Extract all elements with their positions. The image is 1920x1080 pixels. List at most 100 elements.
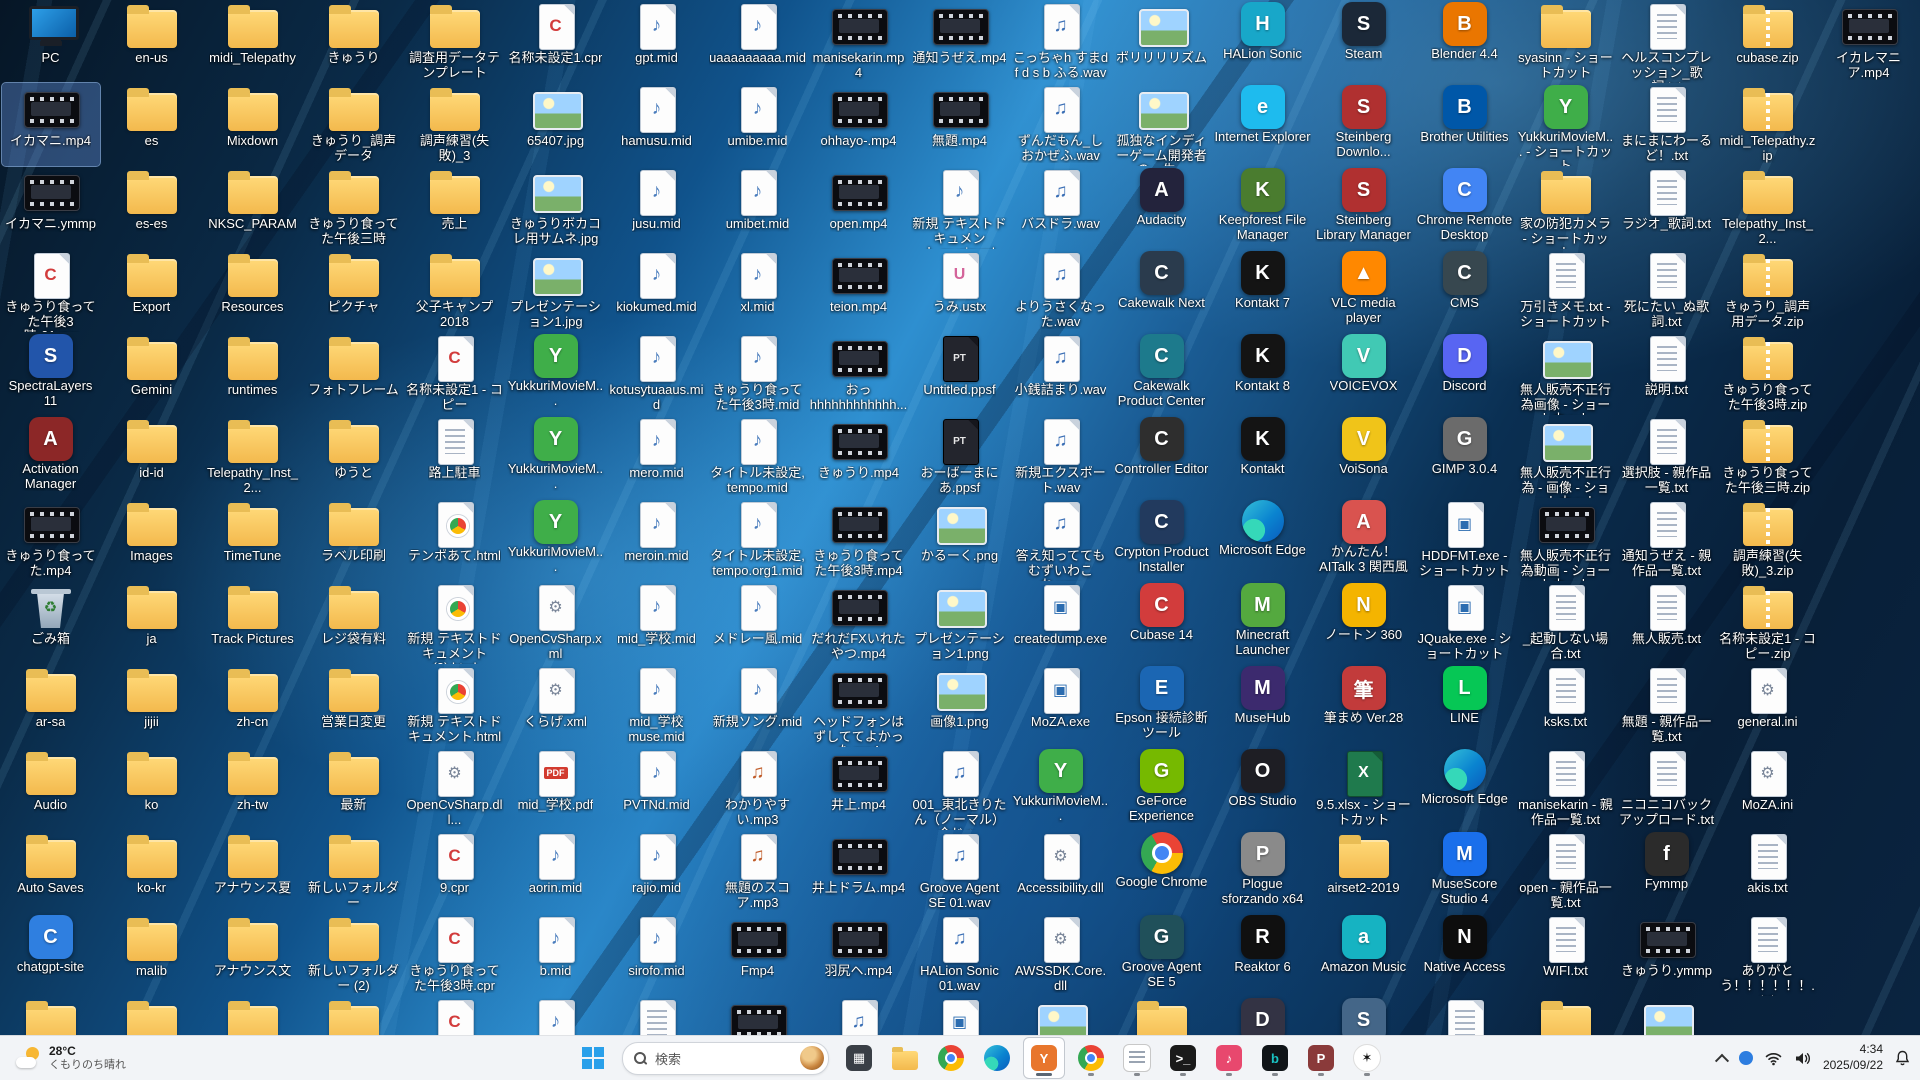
desktop-icon[interactable]: ko bbox=[103, 747, 201, 830]
desktop-icon[interactable]: きゅうり食ってた.mp4 bbox=[2, 498, 100, 581]
desktop-icon[interactable]: ♻ ごみ箱 bbox=[2, 581, 100, 664]
desktop-icon[interactable]: M MuseHub bbox=[1214, 664, 1312, 747]
desktop-icon[interactable]: ♫ Groove Agent SE 01.wav bbox=[911, 830, 1009, 913]
taskbar-app-task-view[interactable]: ▦ bbox=[839, 1038, 879, 1078]
desktop-icon[interactable]: 父子キャンプ2018 bbox=[406, 249, 504, 332]
desktop-icon[interactable]: 無人販売不正行為 - 画像 - ショートカット bbox=[1517, 415, 1615, 498]
desktop-icon[interactable]: Mixdown bbox=[204, 83, 302, 166]
desktop-icon[interactable]: ♪ mero.mid bbox=[608, 415, 706, 498]
desktop-icon[interactable]: 無題 - 親作品一覧.txt bbox=[1618, 664, 1716, 747]
desktop-icon[interactable]: U うみ.ustx bbox=[911, 249, 1009, 332]
desktop-icon[interactable]: A Activation Manager bbox=[2, 415, 100, 498]
desktop-icon[interactable]: ♪ sirofo.mid bbox=[608, 913, 706, 996]
wifi-icon[interactable] bbox=[1765, 1051, 1782, 1066]
desktop-icon[interactable]: A Audacity bbox=[1113, 166, 1211, 249]
desktop-icon[interactable] bbox=[709, 996, 807, 1036]
desktop-icon[interactable]: ⚙ AWSSDK.Core.dll bbox=[1012, 913, 1110, 996]
desktop-icon[interactable]: ♪ rajio.mid bbox=[608, 830, 706, 913]
desktop-icon[interactable]: ♫ よりうさくなった.wav bbox=[1012, 249, 1110, 332]
desktop-icon[interactable]: ▣ bbox=[911, 996, 1009, 1036]
desktop-icon[interactable]: 選択肢 - 親作品一覧.txt bbox=[1618, 415, 1716, 498]
desktop-icon[interactable]: きゅうり_調声データ bbox=[305, 83, 403, 166]
desktop-icon[interactable]: ♫ 新規エクスポート.wav bbox=[1012, 415, 1110, 498]
desktop-icon[interactable]: ゆうと bbox=[305, 415, 403, 498]
desktop-icon[interactable]: C きゅうり食ってた午後3時-01.cpr bbox=[2, 249, 100, 332]
desktop-icon[interactable]: Cchatgpt-site bbox=[2, 913, 100, 996]
taskbar-app-notepad[interactable] bbox=[1117, 1038, 1157, 1078]
desktop-icon[interactable]: 無題.mp4 bbox=[911, 83, 1009, 166]
desktop-icon[interactable]: フォトフレーム bbox=[305, 332, 403, 415]
desktop-icon[interactable]: cubase.zip bbox=[1719, 0, 1817, 83]
desktop-icon[interactable]: Auto Saves bbox=[2, 830, 100, 913]
desktop-icon[interactable]: M Minecraft Launcher bbox=[1214, 581, 1312, 664]
desktop-icon[interactable]: C Crypton Product Installer bbox=[1113, 498, 1211, 581]
desktop-icon[interactable]: ♪ kotusytuaaus.mid bbox=[608, 332, 706, 415]
desktop-icon[interactable]: ヘルスコンプレッション_歌詞.txt bbox=[1618, 0, 1716, 83]
desktop-icon[interactable]: ヘッドフォンはずしててよかった.mp4 bbox=[810, 664, 908, 747]
search-box[interactable]: 検索 bbox=[622, 1041, 829, 1075]
desktop-icon[interactable]: 新しいフォルダー (2) bbox=[305, 913, 403, 996]
taskbar-app-chrome[interactable] bbox=[931, 1038, 971, 1078]
desktop-icon[interactable]: ♪ xl.mid bbox=[709, 249, 807, 332]
desktop-icon[interactable]: 売上 bbox=[406, 166, 504, 249]
desktop-icon[interactable]: 新規 テキストドキュメント.html bbox=[406, 664, 504, 747]
desktop-icon[interactable]: ♪ きゅうり食ってた午後3時.mid bbox=[709, 332, 807, 415]
desktop-icon[interactable]: malib bbox=[103, 913, 201, 996]
desktop-icon[interactable]: Cきゅうり食ってた... bbox=[406, 996, 504, 1036]
desktop-icon[interactable]: おっhhhhhhhhhhhh... bbox=[810, 332, 908, 415]
desktop-icon[interactable]: ♪ aorin.mid bbox=[507, 830, 605, 913]
desktop-icon[interactable]: Y YukkuriMovieM... bbox=[507, 332, 605, 415]
desktop-icon[interactable]: X 9.5.xlsx - ショートカット bbox=[1315, 747, 1413, 830]
desktop-icon[interactable]: open.mp4 bbox=[810, 166, 908, 249]
desktop-icon[interactable]: デジレちゃん&... bbox=[1618, 996, 1716, 1036]
desktop-icon[interactable]: Y YukkuriMovieM... bbox=[507, 415, 605, 498]
desktop-icon[interactable]: C 9.cpr bbox=[406, 830, 504, 913]
desktop-icon[interactable]: 羽尻ヘ.mp4 bbox=[810, 913, 908, 996]
desktop-icon[interactable]: ♫ 無題のスコア.mp3 bbox=[709, 830, 807, 913]
desktop-icon[interactable] bbox=[2, 996, 100, 1036]
desktop-icon[interactable]: B Brother Utilities bbox=[1416, 83, 1514, 166]
desktop-icon[interactable]: ありがとう！！！！！！.txt bbox=[1719, 913, 1817, 996]
desktop-icon[interactable]: ♫ HALion Sonic 01.wav bbox=[911, 913, 1009, 996]
desktop-icon[interactable]: K Kontakt bbox=[1214, 415, 1312, 498]
desktop-icon[interactable]: ♪ kiokumed.mid bbox=[608, 249, 706, 332]
desktop-icon[interactable]: イカマニ.mp4 bbox=[0, 82, 101, 167]
clock[interactable]: 4:34 2025/09/22 bbox=[1823, 1042, 1883, 1073]
desktop-icon[interactable]: ohhayo-.mp4 bbox=[810, 83, 908, 166]
desktop-icon[interactable]: K Kontakt 8 bbox=[1214, 332, 1312, 415]
desktop-icon[interactable]: C きゅうり食ってた午後3時.cpr bbox=[406, 913, 504, 996]
desktop-icon[interactable] bbox=[1012, 996, 1110, 1036]
desktop-icon[interactable]: C Controller Editor bbox=[1113, 415, 1211, 498]
desktop-icon[interactable]: 名称未設定1 - コピー.zip bbox=[1719, 581, 1817, 664]
desktop-icon[interactable]: A かんたん！AITalk 3 関西風 bbox=[1315, 498, 1413, 581]
desktop-icon[interactable]: レジ袋有料 bbox=[305, 581, 403, 664]
taskbar-app-browser-colorful[interactable] bbox=[1071, 1038, 1111, 1078]
desktop-icon[interactable]: C Chrome Remote Desktop bbox=[1416, 166, 1514, 249]
desktop-icon[interactable]: PC bbox=[2, 0, 100, 83]
desktop-icon[interactable]: ⚙ OpenCvSharp.dll... bbox=[406, 747, 504, 830]
desktop-icon[interactable]: TimeTune bbox=[204, 498, 302, 581]
desktop-icon[interactable]: C 名称未設定1 - コピー bbox=[406, 332, 504, 415]
desktop-icon[interactable]: C Cakewalk Next bbox=[1113, 249, 1211, 332]
desktop-icon[interactable]: ♪ jusu.mid bbox=[608, 166, 706, 249]
desktop-icon[interactable]: teion.mp4 bbox=[810, 249, 908, 332]
desktop-icon[interactable]: 路上駐車 bbox=[406, 415, 504, 498]
desktop-icon[interactable]: C Cubase 14 bbox=[1113, 581, 1211, 664]
desktop-icon[interactable]: 無人販売.txt bbox=[1618, 581, 1716, 664]
desktop-icon[interactable]: 調査用データテンプレート bbox=[406, 0, 504, 83]
desktop-icon[interactable]: ♪ gpt.mid bbox=[608, 0, 706, 83]
desktop-icon[interactable]: プレゼンテーション1.png bbox=[911, 581, 1009, 664]
desktop-icon[interactable]: PT Untitled.ppsf bbox=[911, 332, 1009, 415]
taskbar-app-b-app[interactable]: b bbox=[1255, 1038, 1295, 1078]
tray-app-icon[interactable] bbox=[1738, 1051, 1753, 1065]
desktop-icon[interactable]: N ノートン 360 bbox=[1315, 581, 1413, 664]
desktop-icon[interactable]: 井上.mp4 bbox=[810, 747, 908, 830]
desktop-icon[interactable]: ▣ HDDFMT.exe - ショートカット bbox=[1416, 498, 1514, 581]
desktop-icon[interactable]: きゅうり食ってた午後3時.zip bbox=[1719, 332, 1817, 415]
desktop-icon[interactable]: en-us bbox=[103, 0, 201, 83]
desktop-icon[interactable]: ♫ 答え知っててもむずいわこれ.wav bbox=[1012, 498, 1110, 581]
desktop-icon[interactable]: ♫ ずんだもん_しおかぜふ.wav bbox=[1012, 83, 1110, 166]
desktop-icon[interactable]: R Reaktor 6 bbox=[1214, 913, 1312, 996]
desktop-icon[interactable] bbox=[608, 996, 706, 1036]
desktop-icon[interactable]: ポリリリリズム bbox=[1113, 0, 1211, 83]
